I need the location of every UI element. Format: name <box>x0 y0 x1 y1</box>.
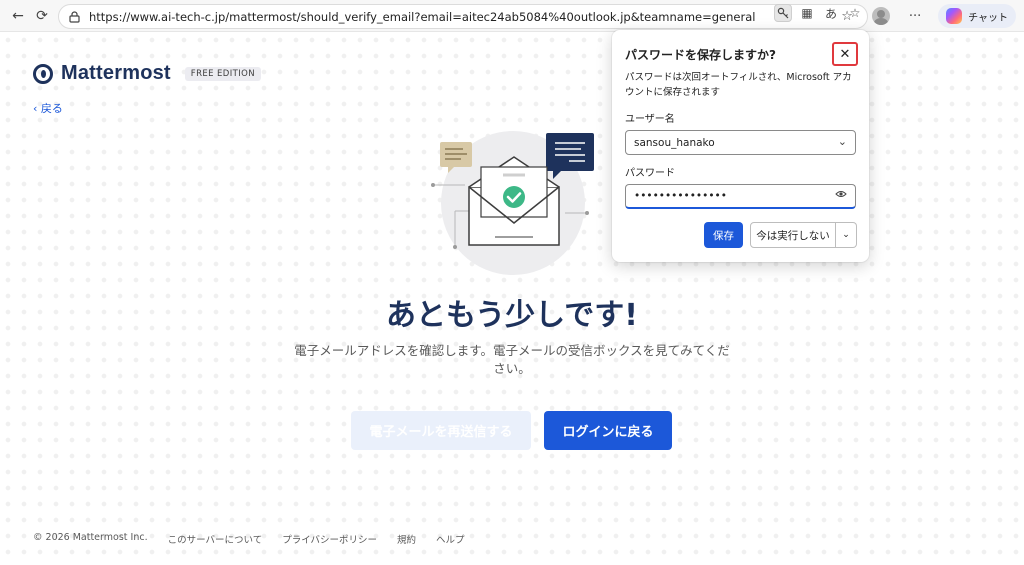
back-to-login-button[interactable]: ログインに戻る <box>544 411 672 450</box>
footer-link-about[interactable]: このサーバーについて <box>168 532 263 546</box>
edition-badge: FREE EDITION <box>184 66 262 81</box>
password-value: ••••••••••••••• <box>634 190 727 202</box>
password-field[interactable]: ••••••••••••••• <box>625 184 856 209</box>
browser-toolbar-right: ☆ ··· チャット <box>836 4 1016 28</box>
profile-icon[interactable] <box>870 5 892 27</box>
username-label: ユーザー名 <box>625 114 675 125</box>
brand-name: Mattermost <box>61 62 171 84</box>
password-label: パスワード <box>625 168 675 179</box>
favorites-icon[interactable]: ☆ <box>836 5 858 27</box>
refresh-icon[interactable]: ⟳ <box>32 6 52 26</box>
browser-toolbar: ← ⟳ https://www.ai-tech-c.jp/mattermost/… <box>0 0 1024 32</box>
page-title: あともう少しです! <box>386 298 638 333</box>
key-icon[interactable] <box>774 4 792 22</box>
verify-email-page: Mattermost FREE EDITION ‹ 戻る あともう少しです! 電… <box>0 32 1024 565</box>
footer-copyright: © 2026 Mattermost Inc. <box>33 532 148 543</box>
address-bar[interactable]: https://www.ai-tech-c.jp/mattermost/shou… <box>58 4 868 29</box>
back-icon[interactable]: ← <box>8 6 28 26</box>
lock-icon[interactable] <box>67 10 81 24</box>
mattermost-logo: Mattermost FREE EDITION <box>33 62 262 85</box>
footer-link-help[interactable]: ヘルプ <box>436 532 465 546</box>
username-field[interactable]: sansou_hanako ⌄ <box>625 130 856 155</box>
url-text[interactable]: https://www.ai-tech-c.jp/mattermost/shou… <box>89 10 755 24</box>
save-password-dialog: パスワードを保存しますか? ✕ パスワードは次回オートフィルされ、Microso… <box>612 30 869 262</box>
eye-icon[interactable] <box>835 189 847 202</box>
copilot-icon <box>946 8 963 24</box>
copilot-chat-button[interactable]: チャット <box>938 4 1016 28</box>
email-illustration <box>425 127 595 277</box>
footer-link-terms[interactable]: 規約 <box>397 532 416 546</box>
more-icon[interactable]: ··· <box>904 5 926 27</box>
more-options-chevron-icon[interactable]: ⌄ <box>836 222 857 248</box>
footer-link-privacy[interactable]: プライバシーポリシー <box>282 532 377 546</box>
close-icon: ✕ <box>839 46 851 62</box>
dialog-description: パスワードは次回オートフィルされ、Microsoft アカウントに保存されます <box>625 72 852 98</box>
footer: © 2026 Mattermost Inc. このサーバーについて プライバシー… <box>33 532 465 546</box>
grid-icon[interactable]: ▦ <box>798 4 816 22</box>
chevron-down-icon[interactable]: ⌄ <box>838 135 847 148</box>
dialog-title: パスワードを保存しますか? <box>625 48 776 62</box>
mattermost-logo-icon <box>33 63 53 84</box>
page-description: 電子メールアドレスを確認します。電子メールの受信ボックスを見てみてください。 <box>294 343 730 376</box>
not-now-button[interactable]: 今は実行しない <box>750 222 836 248</box>
back-link[interactable]: ‹ 戻る <box>33 100 63 116</box>
resend-email-button[interactable]: 電子メールを再送信する <box>351 411 531 450</box>
save-password-button[interactable]: 保存 <box>704 222 743 248</box>
close-button[interactable]: ✕ <box>832 42 858 66</box>
username-value: sansou_hanako <box>634 136 715 149</box>
chat-label: チャット <box>968 12 1008 24</box>
